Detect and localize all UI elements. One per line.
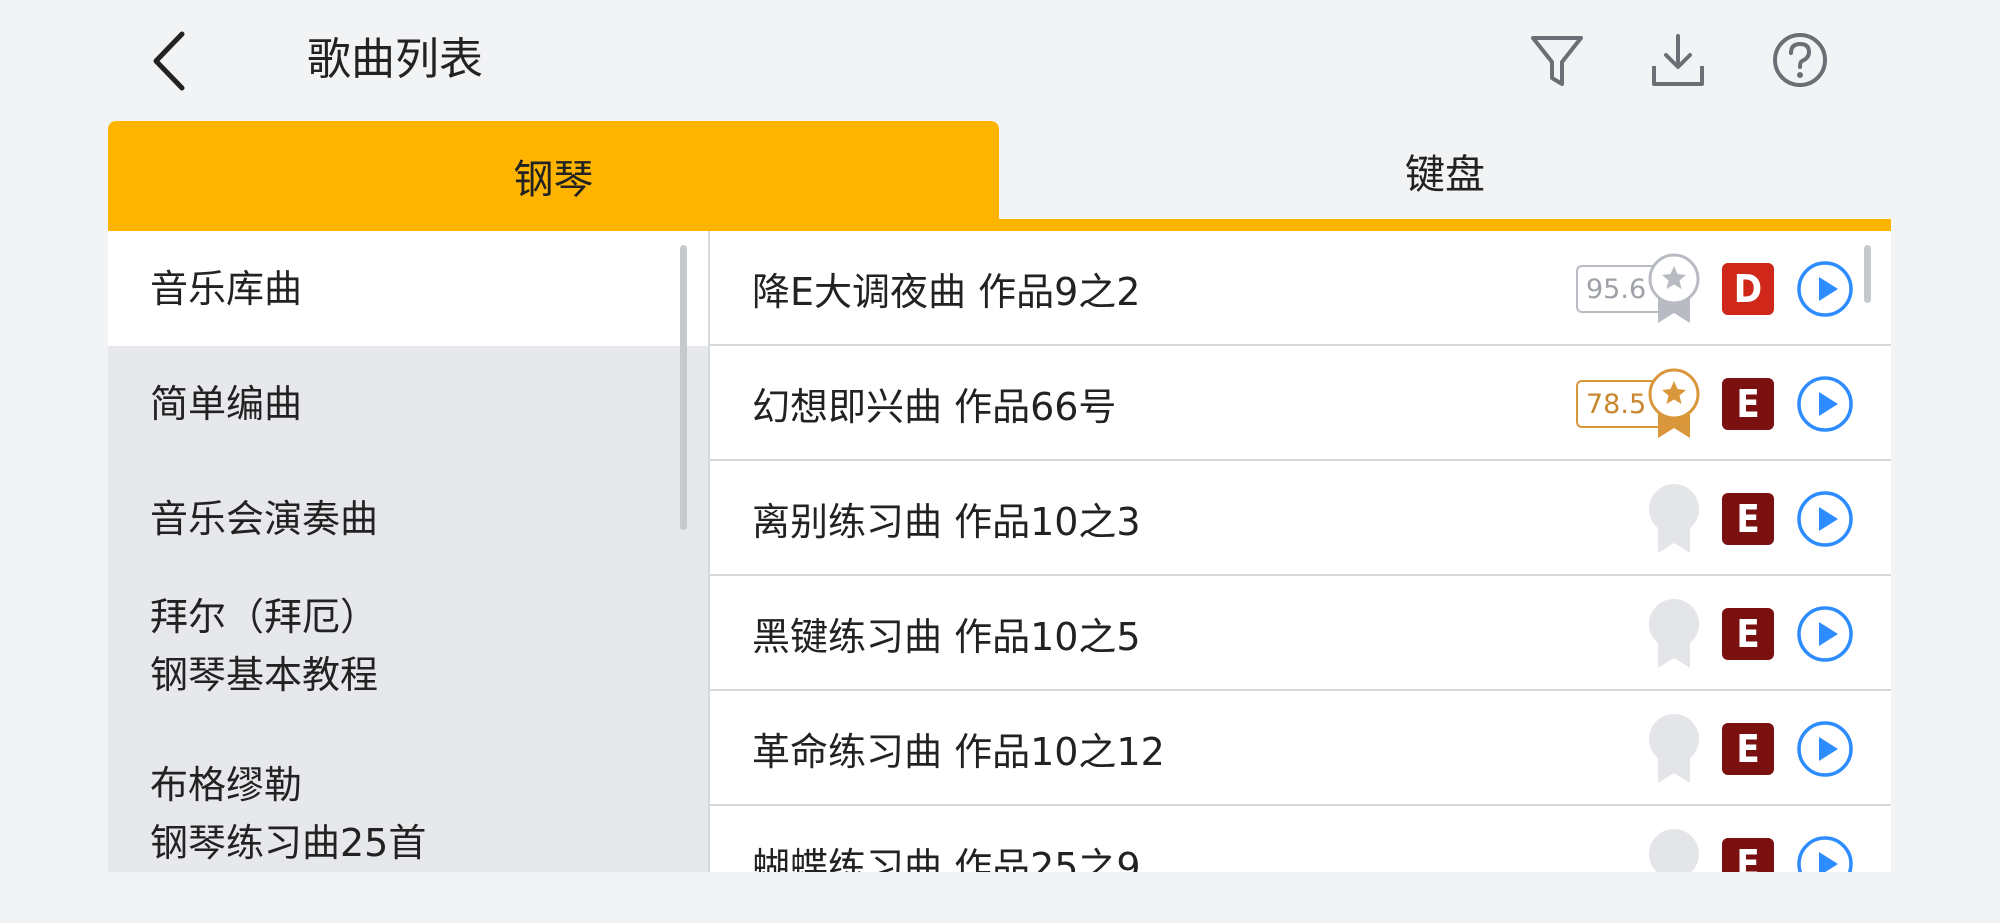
- category-item-burgmuller[interactable]: 布格缪勒 钢琴练习曲25首: [108, 716, 708, 865]
- empty-medal-icon: [1649, 714, 1699, 783]
- category-item-beyer[interactable]: 拜尔（拜厄） 钢琴基本教程: [108, 576, 708, 716]
- category-label: 拜尔（拜厄） 钢琴基本教程: [150, 595, 379, 697]
- category-label: 音乐会演奏曲: [150, 496, 379, 541]
- tab-keyboard[interactable]: 键盘: [999, 121, 1891, 231]
- tab-piano[interactable]: 钢琴: [108, 121, 999, 231]
- category-scrollbar[interactable]: [680, 245, 687, 530]
- silver-medal-icon: [1648, 253, 1700, 323]
- category-item-easy[interactable]: 简单编曲: [108, 346, 708, 461]
- difficulty-badge: E: [1722, 838, 1774, 872]
- play-icon[interactable]: [1796, 720, 1854, 778]
- header: 歌曲列表: [0, 0, 2000, 120]
- song-row[interactable]: 离别练习曲 作品10之3 E: [710, 461, 1891, 576]
- category-label: 布格缪勒 钢琴练习曲25首: [150, 763, 427, 865]
- song-title: 黑键练习曲 作品10之5: [752, 615, 1141, 659]
- song-row[interactable]: 黑键练习曲 作品10之5 E: [710, 576, 1891, 691]
- song-row[interactable]: 革命练习曲 作品10之12 E: [710, 691, 1891, 806]
- song-title: 降E大调夜曲 作品9之2: [752, 270, 1141, 314]
- play-icon[interactable]: [1796, 490, 1854, 548]
- song-row[interactable]: 幻想即兴曲 作品66号 78.5 E: [710, 346, 1891, 461]
- empty-medal-icon: [1649, 599, 1699, 668]
- song-list: 降E大调夜曲 作品9之2 95.6 D 幻想即兴曲 作品66号 78.5 E 离…: [708, 231, 1891, 872]
- play-icon[interactable]: [1796, 835, 1854, 872]
- song-title: 革命练习曲 作品10之12: [752, 730, 1165, 774]
- song-list-scrollbar[interactable]: [1864, 245, 1871, 303]
- help-icon[interactable]: [1770, 30, 1830, 90]
- difficulty-badge: D: [1722, 263, 1774, 315]
- back-chevron-icon[interactable]: [140, 26, 200, 96]
- play-icon[interactable]: [1796, 375, 1854, 433]
- instrument-tabs: 钢琴 键盘: [108, 121, 1891, 231]
- song-title: 幻想即兴曲 作品66号: [752, 385, 1117, 429]
- category-list: 音乐库曲 简单编曲 音乐会演奏曲 拜尔（拜厄） 钢琴基本教程 布格缪勒 钢琴练习…: [108, 231, 708, 872]
- play-icon[interactable]: [1796, 260, 1854, 318]
- difficulty-badge: E: [1722, 378, 1774, 430]
- filter-icon[interactable]: [1527, 30, 1587, 90]
- tab-keyboard-label: 键盘: [1405, 152, 1485, 198]
- category-item-concert[interactable]: 音乐会演奏曲: [108, 461, 708, 576]
- difficulty-badge: E: [1722, 723, 1774, 775]
- tab-piano-label: 钢琴: [513, 157, 594, 203]
- song-title: 蝴蝶练习曲 作品25之9: [752, 845, 1141, 872]
- category-label: 音乐库曲: [150, 266, 303, 311]
- song-row[interactable]: 降E大调夜曲 作品9之2 95.6 D: [710, 231, 1891, 346]
- difficulty-badge: E: [1722, 493, 1774, 545]
- category-item-library[interactable]: 音乐库曲: [108, 231, 708, 346]
- song-title: 离别练习曲 作品10之3: [752, 500, 1141, 544]
- empty-medal-icon: [1649, 829, 1699, 872]
- bronze-medal-icon: [1648, 368, 1700, 438]
- difficulty-badge: E: [1722, 608, 1774, 660]
- page-title: 歌曲列表: [307, 34, 483, 85]
- play-icon[interactable]: [1796, 605, 1854, 663]
- download-icon[interactable]: [1648, 30, 1708, 90]
- song-row[interactable]: 蝴蝶练习曲 作品25之9 E: [710, 806, 1891, 872]
- category-label: 简单编曲: [150, 381, 303, 426]
- empty-medal-icon: [1649, 484, 1699, 553]
